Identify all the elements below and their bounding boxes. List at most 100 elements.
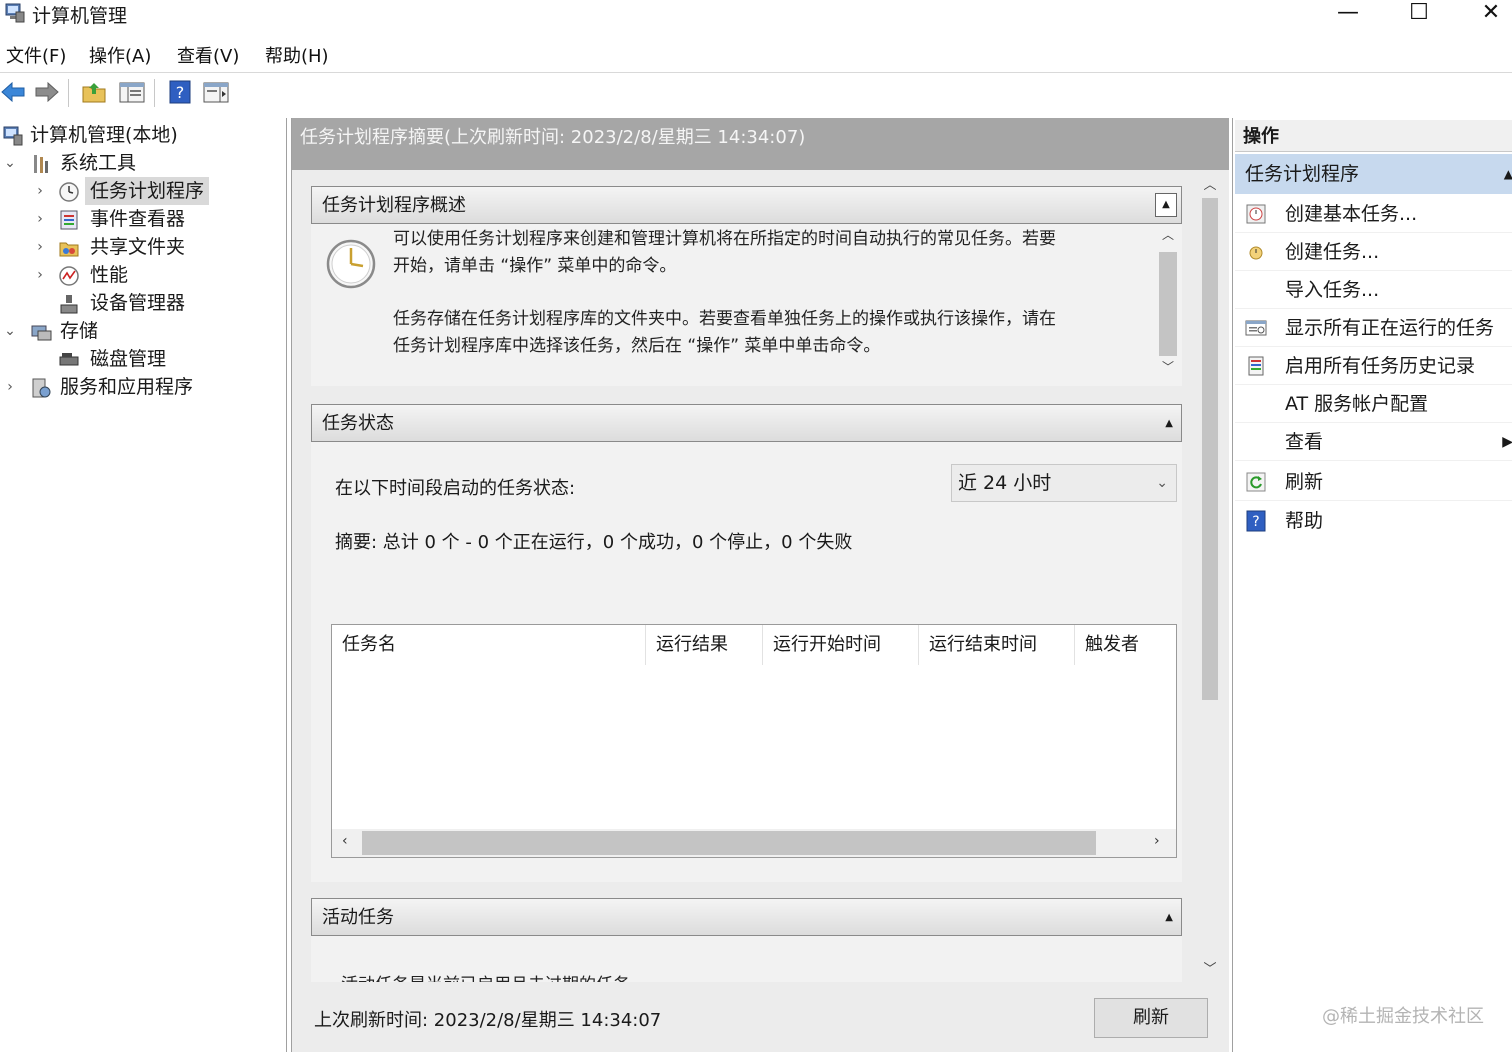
close-button[interactable]: ✕ xyxy=(1468,0,1512,28)
back-arrow-icon[interactable] xyxy=(0,79,28,105)
basic-task-icon xyxy=(1246,204,1266,224)
help-icon[interactable]: ? xyxy=(166,79,194,105)
action-label: 显示所有正在运行的任务 xyxy=(1285,317,1495,339)
toolbar-separator xyxy=(154,79,155,107)
tree-node-event-viewer[interactable]: › 事件查看器 xyxy=(0,205,280,233)
storage-icon xyxy=(31,325,52,341)
period-value: 近 24 小时 xyxy=(958,472,1052,494)
scroll-up-arrow-icon[interactable]: ︿ xyxy=(1162,226,1174,243)
tree-node-task-scheduler[interactable]: › 任务计划程序 xyxy=(0,177,280,205)
running-tasks-icon xyxy=(1245,320,1267,336)
menu-action[interactable]: 操作(A) xyxy=(89,42,151,68)
column-header-result[interactable]: 运行结果 xyxy=(646,625,763,665)
chevron-right-icon[interactable]: › xyxy=(32,205,48,233)
active-tasks-section-header[interactable]: 活动任务 ▲ xyxy=(311,898,1182,936)
summary-header: 任务计划程序摘要(上次刷新时间: 2023/2/8/星期三 14:34:07) xyxy=(292,118,1229,170)
period-dropdown[interactable]: 近 24 小时 ⌄ xyxy=(951,464,1177,502)
action-label: 刷新 xyxy=(1285,471,1324,493)
action-label: 查看 xyxy=(1285,431,1324,453)
scroll-left-arrow-icon[interactable]: ‹ xyxy=(342,833,348,849)
refresh-button[interactable]: 刷新 xyxy=(1094,998,1208,1038)
scrollbar-thumb[interactable] xyxy=(1202,198,1218,700)
show-action-pane-icon[interactable] xyxy=(202,79,230,105)
action-import-task[interactable]: 导入任务... xyxy=(1235,271,1512,309)
action-create-task[interactable]: 创建任务... xyxy=(1235,233,1512,271)
action-create-basic-task[interactable]: 创建基本任务... xyxy=(1235,195,1512,233)
history-icon xyxy=(1248,356,1264,376)
overview-title: 任务计划程序概述 xyxy=(322,195,466,216)
action-show-running-tasks[interactable]: 显示所有正在运行的任务 xyxy=(1235,309,1512,347)
up-folder-icon[interactable] xyxy=(80,79,108,105)
svg-text:?: ? xyxy=(176,83,185,102)
clock-icon xyxy=(326,239,376,289)
menu-view[interactable]: 查看(V) xyxy=(177,42,239,68)
active-tasks-title: 活动任务 xyxy=(322,907,394,928)
summary-scroll-area: 任务计划程序概述 ▲ 可以使用任务计划程序来创建和管理计算机将在所指定的时间自动… xyxy=(292,170,1229,982)
action-label: 帮助 xyxy=(1285,510,1324,532)
scroll-up-arrow-icon[interactable]: ︿ xyxy=(1198,174,1222,193)
chevron-down-icon[interactable]: ⌄ xyxy=(2,149,18,177)
chevron-right-icon[interactable]: › xyxy=(32,177,48,205)
overview-line: 任务计划程序库中选择该任务，然后在 “操作” 菜单中单击命令。 xyxy=(393,336,881,356)
tree-node-storage[interactable]: ⌄ 存储 xyxy=(0,317,280,345)
minimize-button[interactable]: — xyxy=(1325,0,1371,28)
scroll-down-arrow-icon[interactable]: ﹀ xyxy=(1198,958,1222,977)
task-status-section-header[interactable]: 任务状态 ▲ xyxy=(311,404,1182,442)
task-status-body: 在以下时间段启动的任务状态: 近 24 小时 ⌄ 摘要: 总计 0 个 - 0 … xyxy=(311,442,1182,882)
action-label: 导入任务... xyxy=(1285,279,1380,301)
chevron-down-icon[interactable]: ⌄ xyxy=(2,317,18,345)
scroll-down-arrow-icon[interactable]: ﹀ xyxy=(1162,358,1174,375)
action-view[interactable]: 查看 ▶ xyxy=(1235,423,1512,461)
show-hide-tree-icon[interactable] xyxy=(118,79,146,105)
forward-arrow-icon[interactable] xyxy=(32,79,60,105)
chevron-right-icon[interactable]: › xyxy=(32,233,48,261)
actions-group-task-scheduler[interactable]: 任务计划程序 ▲ xyxy=(1235,154,1512,194)
action-enable-task-history[interactable]: 启用所有任务历史记录 xyxy=(1235,347,1512,385)
collapse-arrow-icon[interactable]: ▲ xyxy=(1165,899,1173,937)
action-label: 启用所有任务历史记录 xyxy=(1285,355,1476,377)
toolbar-separator xyxy=(68,79,69,107)
collapse-button[interactable]: ▲ xyxy=(1155,193,1177,217)
center-vertical-scrollbar[interactable]: ︿ ﹀ xyxy=(1198,170,1222,982)
watermark: @稀土掘金技术社区 xyxy=(1322,1006,1484,1027)
table-horizontal-scrollbar[interactable]: ‹ › xyxy=(332,829,1176,857)
collapse-arrow-icon[interactable]: ▲ xyxy=(1165,405,1173,443)
window-title: 计算机管理 xyxy=(32,5,128,27)
menu-bar: 文件(F) 操作(A) 查看(V) 帮助(H) xyxy=(0,38,1512,70)
tree-label: 事件查看器 xyxy=(90,208,186,230)
action-refresh[interactable]: 刷新 xyxy=(1235,463,1512,501)
column-header-task-name[interactable]: 任务名 xyxy=(332,625,646,665)
refresh-icon xyxy=(1246,472,1266,492)
overview-section: 任务计划程序概述 ▲ 可以使用任务计划程序来创建和管理计算机将在所指定的时间自动… xyxy=(311,186,1182,386)
overview-section-header[interactable]: 任务计划程序概述 ▲ xyxy=(311,186,1182,224)
scrollbar-thumb[interactable] xyxy=(362,831,1096,855)
chevron-right-icon[interactable]: › xyxy=(32,261,48,289)
action-at-service-account[interactable]: AT 服务帐户配置 xyxy=(1235,385,1512,423)
tree-node-services-apps[interactable]: › 服务和应用程序 xyxy=(0,373,280,401)
task-status-title: 任务状态 xyxy=(322,413,394,434)
column-header-end-time[interactable]: 运行结束时间 xyxy=(919,625,1075,665)
navigation-tree: 计算机管理(本地) ⌄ 系统工具 › 任务计划程序 › 事件查看器 › 共享文件… xyxy=(0,118,287,1052)
center-pane: 任务计划程序摘要(上次刷新时间: 2023/2/8/星期三 14:34:07) … xyxy=(291,118,1229,1052)
overview-scrollbar[interactable]: ︿ ﹀ xyxy=(1155,224,1181,384)
tree-node-computer-management[interactable]: 计算机管理(本地) xyxy=(0,121,280,149)
actions-header: 操作 xyxy=(1235,120,1512,152)
tree-node-performance[interactable]: › 性能 xyxy=(0,261,280,289)
tree-label: 共享文件夹 xyxy=(90,236,186,258)
tree-node-disk-management[interactable]: 磁盘管理 xyxy=(0,345,280,373)
tree-node-shared-folders[interactable]: › 共享文件夹 xyxy=(0,233,280,261)
menu-help[interactable]: 帮助(H) xyxy=(265,42,329,68)
collapse-arrow-icon[interactable]: ▲ xyxy=(1504,154,1512,194)
scrollbar-thumb[interactable] xyxy=(1159,252,1177,356)
column-header-start-time[interactable]: 运行开始时间 xyxy=(763,625,919,665)
maximize-button[interactable]: ☐ xyxy=(1396,0,1442,28)
scroll-right-arrow-icon[interactable]: › xyxy=(1154,833,1160,849)
tree-node-device-manager[interactable]: 设备管理器 xyxy=(0,289,280,317)
action-help[interactable]: ? 帮助 xyxy=(1235,502,1512,540)
tree-node-system-tools[interactable]: ⌄ 系统工具 xyxy=(0,149,280,177)
device-manager-icon xyxy=(60,295,78,314)
chevron-right-icon[interactable]: › xyxy=(2,373,18,401)
column-header-triggered-by[interactable]: 触发者 xyxy=(1075,625,1176,665)
tree-label: 性能 xyxy=(90,264,129,286)
menu-file[interactable]: 文件(F) xyxy=(6,42,66,68)
